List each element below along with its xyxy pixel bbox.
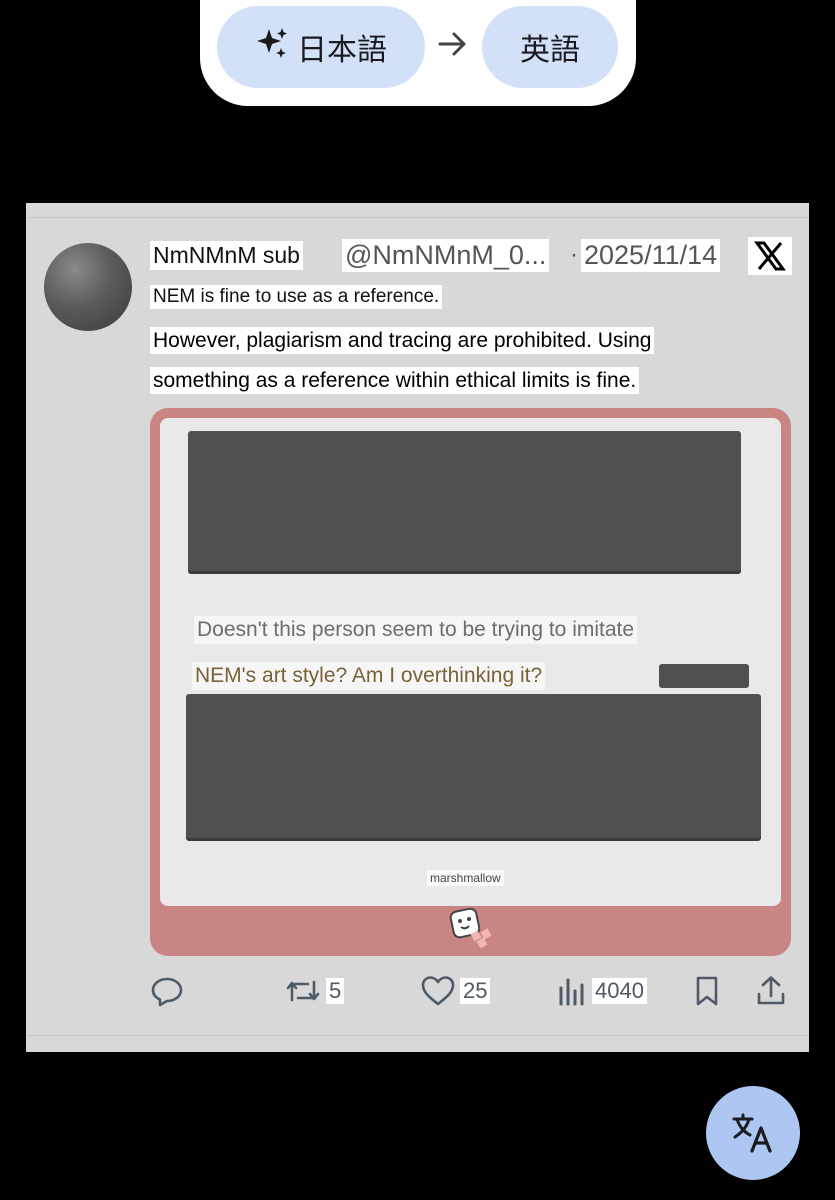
x-logo-icon (748, 237, 792, 275)
share-button[interactable] (754, 973, 788, 1009)
views-icon (559, 978, 584, 1006)
views-button[interactable]: 4040 (556, 973, 647, 1009)
target-language-button[interactable]: 英語 (482, 6, 618, 88)
source-language-button[interactable]: 日本語 (217, 6, 425, 88)
question-line1: Doesn't this person seem to be trying to… (194, 616, 638, 644)
share-icon (757, 976, 785, 1005)
bookmark-icon (696, 976, 718, 1006)
embedded-image[interactable]: Doesn't this person seem to be trying to… (150, 408, 791, 956)
reply-icon (151, 977, 183, 1007)
view-count: 4040 (592, 978, 647, 1004)
divider (26, 217, 809, 218)
repost-icon (286, 980, 320, 1002)
bookmark-button[interactable] (692, 973, 722, 1009)
marshmallow-label: marshmallow (427, 870, 504, 886)
marshmallow-logo-icon (449, 908, 492, 948)
post-action-bar: 5 25 4040 (26, 973, 809, 1013)
language-selector-bar: 日本語 英語 (200, 0, 636, 106)
post-text-line2b: something as a reference within ethical … (150, 367, 640, 394)
like-button[interactable]: 25 (420, 973, 491, 1009)
post-screenshot: NmNMnM sub @NmNMnM_0... · 2025/11/14 NEM… (26, 203, 809, 1052)
reply-button[interactable] (150, 973, 184, 1009)
target-language-label: 英語 (520, 33, 580, 68)
divider (26, 1035, 809, 1036)
redacted-block-top (188, 431, 741, 571)
like-count: 25 (460, 978, 491, 1004)
translate-button[interactable] (706, 1086, 800, 1180)
like-icon (421, 976, 455, 1006)
translate-icon (732, 1113, 772, 1153)
source-language-label: 日本語 (297, 33, 387, 68)
redacted-block-small (659, 664, 749, 688)
arrow-right-icon (438, 32, 466, 56)
user-handle[interactable]: @NmNMnM_0... (342, 239, 550, 272)
post-text-body: However, plagiarism and tracing are proh… (150, 321, 730, 401)
redacted-block-bottom (186, 694, 761, 838)
repost-count: 5 (326, 978, 345, 1004)
post-text-line2a: However, plagiarism and tracing are proh… (150, 327, 655, 354)
avatar[interactable] (44, 243, 132, 331)
question-line2: NEM's art style? Am I overthinking it? (192, 662, 546, 690)
separator: · (570, 241, 578, 268)
post-date: 2025/11/14 (581, 239, 721, 272)
sparkle-icon (255, 26, 289, 68)
display-name[interactable]: NmNMnM sub (150, 241, 303, 270)
repost-button[interactable]: 5 (284, 973, 345, 1009)
marshmallow-card: Doesn't this person seem to be trying to… (160, 418, 781, 906)
post-text-line1: NEM is fine to use as a reference. (150, 285, 443, 309)
